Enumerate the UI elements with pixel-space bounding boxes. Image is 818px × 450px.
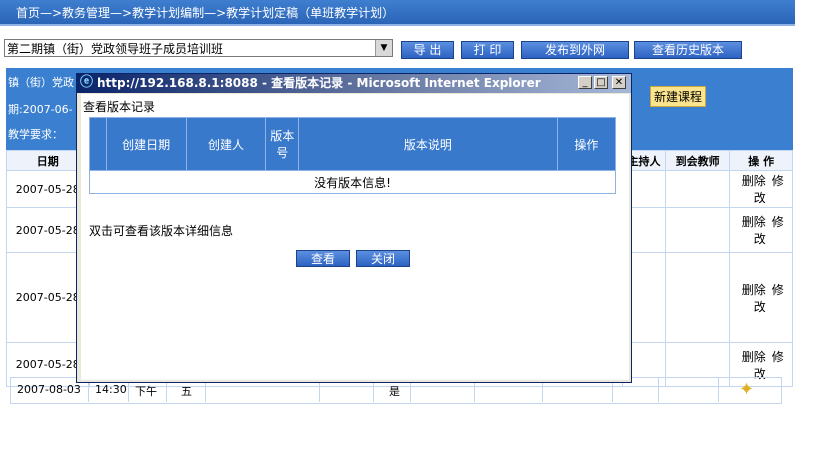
class-period-text: 期:2007-06- bbox=[8, 103, 73, 116]
handshake-icon[interactable]: ✦ bbox=[739, 379, 754, 400]
class-name-text: 镇（街）党政 bbox=[8, 76, 74, 89]
new-course-button[interactable]: 新建课程 bbox=[650, 86, 707, 107]
close-button[interactable]: 关闭 bbox=[356, 250, 410, 267]
version-table: 创建日期 创建人 版本号 版本说明 操作 没有版本信息! bbox=[89, 117, 617, 194]
publish-button[interactable]: 发布到外网 bbox=[521, 41, 629, 59]
delete-link[interactable]: 删除 bbox=[742, 350, 766, 364]
col-description: 版本说明 bbox=[298, 117, 558, 171]
empty-message: 没有版本信息! bbox=[89, 170, 616, 194]
export-button[interactable]: 导 出 bbox=[401, 41, 454, 59]
minimize-icon[interactable]: _ bbox=[578, 76, 592, 89]
row-period: 下午 bbox=[135, 385, 157, 398]
chevron-down-icon[interactable]: ▼ bbox=[375, 40, 392, 56]
breadcrumb: 首页—>教务管理—>教学计划编制—>教学计划定稿（单班教学计划） bbox=[0, 0, 795, 26]
maximize-icon[interactable]: □ bbox=[594, 76, 608, 89]
row-time: 14:30 bbox=[95, 383, 127, 396]
hint-text: 双击可查看该版本详细信息 bbox=[89, 224, 234, 238]
print-button[interactable]: 打 印 bbox=[461, 41, 514, 59]
dialog-title-bar[interactable]: ⓔ http://192.168.8.1:8088 - 查看版本记录 - Mic… bbox=[77, 74, 631, 93]
history-button[interactable]: 查看历史版本 bbox=[634, 41, 742, 59]
close-icon[interactable]: ✕ bbox=[612, 76, 626, 89]
col-creator: 创建人 bbox=[185, 117, 267, 171]
dialog-content: 查看版本记录 创建日期 创建人 版本号 版本说明 操作 没有版本信息! 双击可查… bbox=[81, 94, 629, 380]
col-created-date: 创建日期 bbox=[105, 117, 187, 171]
class-select-value: 第二期镇（街）党政领导班子成员培训班 bbox=[7, 42, 224, 56]
empty-row: 没有版本信息! bbox=[89, 170, 616, 194]
class-select[interactable]: 第二期镇（街）党政领导班子成员培训班 ▼ bbox=[4, 39, 393, 57]
col-teachers: 到会教师 bbox=[664, 150, 731, 171]
teaching-requirements-label: 教学要求： bbox=[8, 128, 63, 141]
col-operation: 操作 bbox=[556, 117, 617, 171]
dialog-title: http://192.168.8.1:8088 - 查看版本记录 - Micro… bbox=[97, 76, 541, 90]
row-weekday: 五 bbox=[181, 385, 192, 398]
delete-link[interactable]: 删除 bbox=[742, 174, 766, 188]
row-date: 2007-08-03 bbox=[17, 383, 81, 396]
delete-link[interactable]: 删除 bbox=[742, 283, 766, 297]
dialog-heading: 查看版本记录 bbox=[83, 100, 156, 114]
ie-icon: ⓔ bbox=[80, 75, 94, 90]
col-version: 版本号 bbox=[265, 117, 300, 171]
version-history-dialog: ⓔ http://192.168.8.1:8088 - 查看版本记录 - Mic… bbox=[76, 73, 632, 383]
row-flag: 是 bbox=[389, 385, 400, 398]
delete-link[interactable]: 删除 bbox=[742, 215, 766, 229]
version-header-row: 创建日期 创建人 版本号 版本说明 操作 bbox=[89, 117, 617, 171]
toolbar: 第二期镇（街）党政领导班子成员培训班 ▼ 导 出 打 印 发布到外网 查看历史版… bbox=[0, 38, 818, 64]
col-actions: 操 作 bbox=[729, 150, 793, 171]
view-button[interactable]: 查看 bbox=[296, 250, 350, 267]
